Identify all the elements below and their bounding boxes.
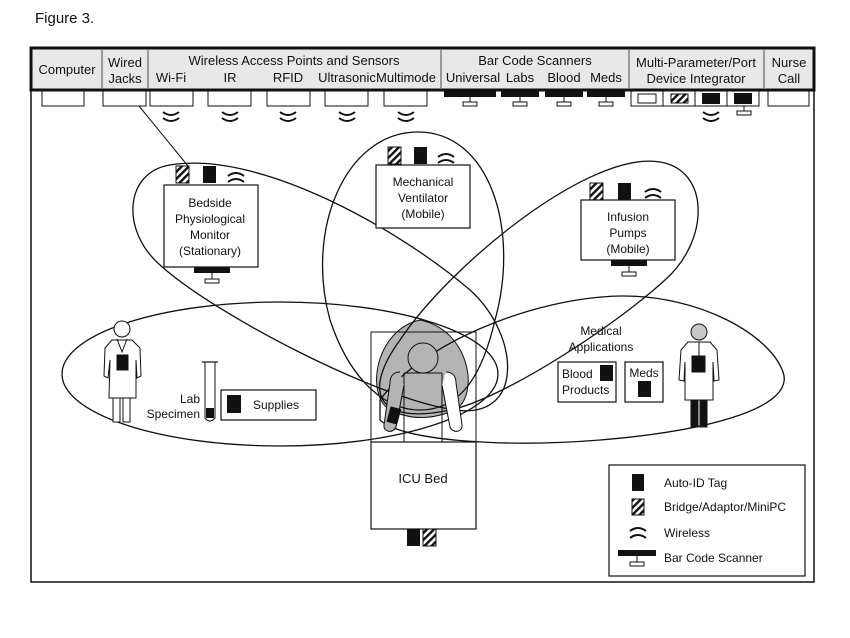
supplies-label: Supplies [253, 398, 299, 412]
auto-id-tag-icon [414, 147, 427, 164]
icu-bed-label: ICU Bed [398, 471, 447, 486]
auto-id-tag-icon [203, 166, 216, 183]
legend-label-wireless: Wireless [664, 526, 710, 540]
auto-id-tag-icon [407, 529, 420, 546]
header-nurse-line1: Nurse [772, 55, 807, 70]
supplies-box: Supplies [220, 389, 317, 421]
header-wired-line1: Wired [108, 55, 142, 70]
header-integrator-line1: Multi-Parameter/Port [636, 55, 756, 70]
header-wireless-group: Wireless Access Points and Sensors [189, 53, 400, 68]
legend-bridge-adaptor-icon [631, 498, 645, 516]
header-ir: IR [224, 70, 237, 85]
medical-apps-label-1: Medical [580, 324, 621, 338]
auto-id-tag-icon [734, 93, 752, 104]
auto-id-tag-icon [206, 408, 214, 418]
header-blood: Blood [547, 70, 580, 85]
medical-apps-label-2: Applications [569, 340, 634, 354]
header-ultrasonic: Ultrasonic [318, 70, 376, 85]
wired-jack-port [102, 90, 147, 107]
legend-auto-id-tag-icon [632, 474, 644, 491]
meds-label: Meds [629, 366, 658, 380]
ultrasonic-access-point [324, 90, 369, 107]
header-wifi: Wi-Fi [156, 70, 186, 85]
header-nurse-line2: Call [778, 71, 801, 86]
bridge-adaptor-icon [422, 528, 437, 547]
ventilator-label-2: Ventilator [398, 191, 448, 205]
pumps-label-3: (Mobile) [606, 242, 649, 256]
header-computer: Computer [38, 62, 96, 77]
bridge-adaptor-icon [387, 146, 402, 165]
bridge-adaptor-icon [175, 165, 190, 184]
header-rfid: RFID [273, 70, 303, 85]
header-meds: Meds [590, 70, 622, 85]
wifi-access-point [149, 90, 194, 107]
blood-products-label-1: Blood [562, 367, 593, 381]
auto-id-tag-icon [600, 365, 613, 381]
header-wired-line2: Jacks [108, 71, 142, 86]
header-integrator-line2: Device Integrator [647, 71, 747, 86]
diagram-canvas: Computer Wired Jacks Wireless Access Poi… [29, 46, 816, 583]
infrastructure-header: Computer Wired Jacks Wireless Access Poi… [29, 46, 816, 92]
staff-badge-tag-icon [116, 354, 129, 371]
auto-id-tag-icon [702, 93, 720, 104]
monitor-label-1: Bedside [188, 196, 232, 210]
legend-label-auto-id-tag: Auto-ID Tag [664, 476, 727, 490]
auto-id-tag-icon [227, 395, 241, 413]
staff-badge-tag-icon [691, 355, 706, 373]
header-labs: Labs [506, 70, 535, 85]
ir-access-point [207, 90, 252, 107]
legend-label-bridge: Bridge/Adaptor/MiniPC [664, 500, 786, 514]
monitor-label-4: (Stationary) [179, 244, 241, 258]
ventilator-label-1: Mechanical [393, 175, 454, 189]
lab-specimen-label-1: Lab [180, 392, 200, 406]
header-universal: Universal [446, 70, 500, 85]
multimode-access-point [383, 90, 428, 107]
rfid-access-point [266, 90, 311, 107]
pumps-label-2: Pumps [609, 226, 646, 240]
monitor-label-2: Physiological [175, 212, 245, 226]
nurse-call-port [767, 90, 810, 107]
pumps-label-1: Infusion [607, 210, 649, 224]
header-multimode: Multimode [376, 70, 436, 85]
bridge-adaptor-icon [670, 93, 689, 104]
auto-id-tag-icon [638, 381, 651, 397]
ventilator-label-3: (Mobile) [401, 207, 444, 221]
legend-label-barcode: Bar Code Scanner [664, 551, 763, 565]
lab-specimen-label-2: Specimen [147, 407, 200, 421]
monitor-label-3: Monitor [190, 228, 230, 242]
empty-slot-icon [637, 93, 657, 104]
computer-port [41, 90, 85, 107]
header-barcode-group: Bar Code Scanners [478, 53, 592, 68]
auto-id-tag-icon [618, 183, 631, 200]
legend: Auto-ID Tag Bridge/Adaptor/MiniPC Wirele… [608, 464, 806, 577]
blood-products-label-2: Products [562, 383, 609, 397]
bridge-adaptor-icon [589, 182, 604, 201]
